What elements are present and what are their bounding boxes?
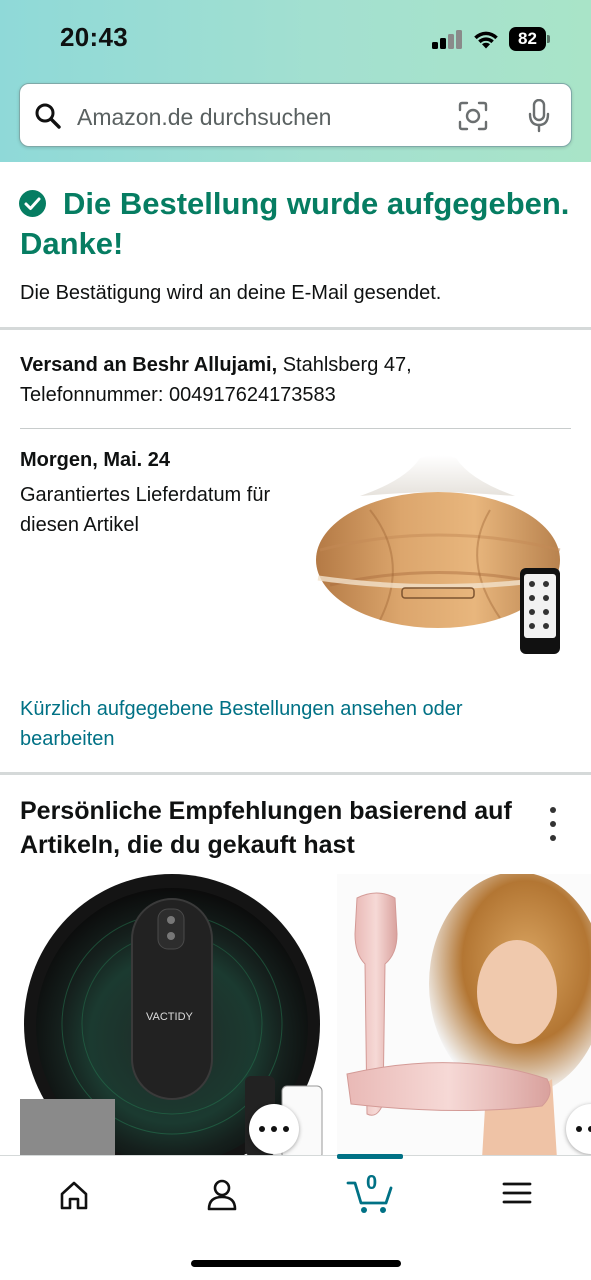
account-icon[interactable] [192, 1172, 252, 1216]
shipping-address: Stahlsberg 47, [277, 354, 412, 376]
search-icon [35, 103, 61, 129]
home-indicator [191, 1260, 401, 1267]
wifi-icon [474, 31, 498, 49]
battery-level: 82 [509, 27, 546, 51]
shipping-phone: Telefonnummer: 004917624173583 [20, 384, 336, 406]
confirmation-title: Die Bestellung wurde aufgegeben. Danke! [20, 186, 570, 261]
cart-count: 0 [366, 1172, 378, 1194]
camera-search-icon[interactable] [458, 101, 488, 131]
section-divider [0, 327, 591, 330]
search-input[interactable]: Amazon.de durchsuchen [77, 104, 331, 131]
cart-button[interactable]: 0 [340, 1172, 400, 1216]
shipping-label: Versand an Beshr Allujami, [20, 354, 278, 376]
microphone-icon[interactable] [528, 99, 550, 133]
menu-icon[interactable] [487, 1172, 547, 1216]
home-icon[interactable] [44, 1172, 104, 1216]
active-tab-indicator [337, 1154, 403, 1159]
cellular-signal-icon [432, 30, 464, 49]
product-image-aroma-diffuser[interactable] [310, 450, 570, 680]
recent-orders-link[interactable]: Kürzlich aufgegebene Bestellungen ansehe… [20, 694, 560, 754]
divider [20, 428, 571, 429]
recommendations-title: Persönliche Empfehlungen basierend auf A… [20, 797, 512, 859]
battery-indicator: 82 [509, 27, 551, 51]
more-options-icon[interactable] [543, 807, 563, 843]
search-bar[interactable]: Amazon.de durchsuchen [19, 83, 572, 147]
status-bar: 20:43 82 [0, 0, 591, 80]
more-actions-button[interactable] [249, 1104, 299, 1154]
confirmation-subtitle: Die Bestätigung wird an deine E-Mail ges… [20, 282, 442, 304]
robot-brand-label: VACTIDY [146, 1011, 194, 1023]
shipping-info: Versand an Beshr Allujami, Stahlsberg 47… [20, 350, 560, 410]
delivery-date: Morgen, Mai. 24 [20, 449, 171, 471]
recommended-product-hair-curler[interactable] [337, 874, 591, 1159]
section-divider [0, 772, 591, 775]
status-time: 20:43 [60, 22, 128, 52]
delivery-note: Garantiertes Lieferdatum für diesen Arti… [20, 484, 271, 536]
